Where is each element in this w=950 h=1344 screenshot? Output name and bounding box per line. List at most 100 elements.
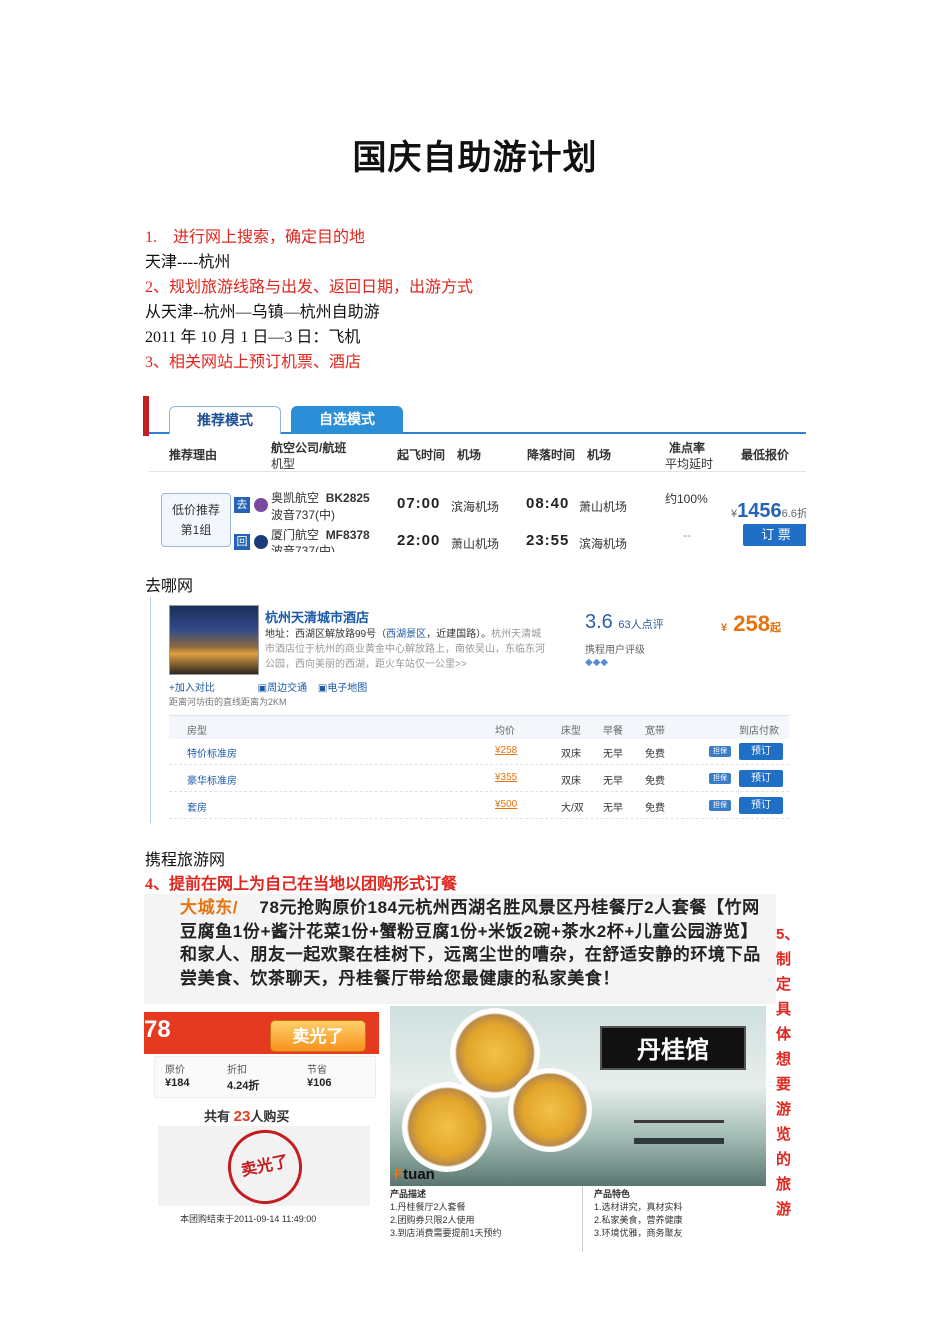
room-price: ¥258 (495, 745, 518, 756)
col-reason: 推荐理由 (169, 448, 218, 462)
currency-symbol: ¥ (721, 622, 728, 634)
recommend-group: 第1组 (180, 523, 212, 537)
deal-price-bar: 78 卖光了 (144, 1012, 379, 1054)
travel-dates: 2011 年 10 月 1 日—3 日：飞机 (145, 329, 361, 346)
buyers-suffix: 人购买 (250, 1109, 290, 1124)
feature-item: 1.选材讲究，真材实料 (594, 1202, 683, 1212)
discount-value: 4.24折 (227, 1080, 260, 1092)
add-compare-link[interactable]: +加入对比 (169, 683, 215, 694)
scenic-area-link[interactable]: 西湖景区 (386, 629, 426, 640)
product-description: 产品描述 1.丹桂餐厅2人套餐 2.团购券只限2人使用 3.到店消费需要提前1天… (390, 1188, 502, 1240)
group-buy-panel: 大城东/ 78元抢购原价184元杭州西湖名胜风景区丹桂餐厅2人套餐【竹网豆腐鱼1… (144, 894, 776, 1254)
guarantee-tag: 担保 (709, 746, 731, 757)
col-avg: 均价 (495, 726, 515, 737)
col-arrival: 降落时间 机场 (527, 448, 612, 462)
hotel-listing-panel: 杭州天清城市酒店 地址：西湖区解放路99号（西湖景区，近建国路）。杭州天清城市酒… (150, 597, 791, 823)
book-room-button[interactable]: 预订 (739, 797, 783, 814)
book-room-button[interactable]: 预订 (739, 743, 783, 760)
score-value: 3.6 (585, 611, 613, 633)
buyer-count: 共有 23人购买 (204, 1106, 289, 1125)
hotel-photo[interactable] (169, 605, 259, 675)
book-room-button[interactable]: 预订 (739, 770, 783, 787)
return-tag: 回 (234, 534, 250, 550)
step-1-text: 进行网上搜索，确定目的地 (173, 229, 366, 246)
desc-item: 1.丹桂餐厅2人套餐 (390, 1202, 466, 1212)
save-value: ¥106 (307, 1077, 332, 1089)
product-description-title: 产品描述 (390, 1189, 427, 1199)
col-broadband: 宽带 (645, 726, 665, 737)
arrival-time: 08:40 (526, 495, 570, 512)
hotel-name[interactable]: 杭州天清城市酒店 (265, 607, 369, 626)
feature-item: 2.私家美食，营养健康 (594, 1215, 683, 1225)
restaurant-sign: 丹桂馆 (600, 1026, 746, 1070)
room-price: ¥500 (495, 799, 518, 810)
buyers-number: 23 (233, 1108, 251, 1125)
sold-out-button[interactable]: 卖光了 (270, 1020, 366, 1052)
step-5-char: 游 (776, 1101, 792, 1118)
step-5-char: 定 (776, 976, 792, 993)
book-ticket-button[interactable]: 订 票 (743, 524, 806, 546)
mode-tabs: 推荐模式 自选模式 (149, 396, 806, 434)
step-5-char: 5、 (776, 926, 800, 943)
caption-ctrip: 携程旅游网 (145, 852, 226, 869)
tab-custom[interactable]: 自选模式 (291, 406, 403, 434)
room-row: 套房 ¥500 大/双 无早 免费 担保 预订 (169, 793, 789, 819)
step-5-char: 要 (776, 1076, 792, 1093)
step-1-number: 1. (145, 229, 157, 246)
step-5-char: 想 (776, 1051, 792, 1068)
sold-out-stamp-area: 卖光了 (158, 1123, 370, 1211)
transport-link[interactable]: 周边交通 (267, 683, 307, 694)
outbound-tag: 去 (234, 497, 250, 513)
xiamen-airlines-logo-icon (254, 535, 268, 549)
room-row: 特价标准房 ¥258 双床 无早 免费 担保 预订 (169, 739, 789, 765)
arrival-time: 23:55 (526, 532, 570, 549)
plane-model: 波音737(中) (271, 544, 336, 552)
room-breakfast: 无早 (603, 749, 623, 760)
col-lowest-price: 最低报价 (741, 448, 790, 462)
step-5-char: 体 (776, 1026, 792, 1043)
product-features-title: 产品特色 (594, 1189, 631, 1199)
route-short: 天津----杭州 (145, 254, 231, 271)
price-info: 原价 ¥184 折扣 4.24折 节省 ¥106 (154, 1056, 376, 1098)
deal-description-area: 大城东/ 78元抢购原价184元杭州西湖名胜风景区丹桂餐厅2人套餐【竹网豆腐鱼1… (144, 894, 776, 1004)
divider (582, 1186, 583, 1252)
departure-time: 07:00 (397, 495, 441, 512)
col-pay: 到店付款 (739, 726, 779, 737)
room-name[interactable]: 豪华标准房 (187, 772, 237, 787)
lowest-price: ¥14566.6折 (731, 500, 806, 523)
step-3: 3、相关网站上预订机票、酒店 (145, 354, 362, 371)
deal-price: 78 (144, 1016, 171, 1043)
deal-end-time: 本团购结束于2011-09-14 11:49:00 (180, 1214, 317, 1224)
deal-price-box: 78 卖光了 原价 ¥184 折扣 4.24折 节省 ¥106 共有 23人购买… (144, 1006, 379, 1254)
step-5-char: 的 (776, 1151, 792, 1168)
address-text-2: ，近建国路）。 (426, 629, 492, 640)
col-ontime: 准点率 (669, 441, 706, 455)
tab-recommend[interactable]: 推荐模式 (169, 406, 281, 434)
arrival-airport: 萧山机场 (579, 500, 628, 514)
departure-airport: 萧山机场 (451, 537, 500, 551)
price-value: 1456 (737, 500, 782, 522)
col-breakfast: 早餐 (603, 726, 623, 737)
departure-airport: 滨海机场 (451, 500, 500, 514)
ontime-rate: 约100% (665, 492, 708, 506)
step-5-char: 览 (776, 1126, 792, 1143)
ontime-rate: -- (683, 528, 691, 542)
room-breakfast: 无早 (603, 776, 623, 787)
col-delay: 平均延时 (665, 457, 714, 471)
step-1: 1. 进行网上搜索，确定目的地 (145, 228, 365, 248)
room-name[interactable]: 特价标准房 (187, 745, 237, 760)
room-name[interactable]: 套房 (187, 799, 207, 814)
col-room: 房型 (187, 726, 207, 737)
room-bed: 双床 (561, 749, 581, 760)
map-link[interactable]: 电子地图 (327, 683, 367, 694)
desc-item: 3.到店消费需要提前1天预约 (390, 1228, 502, 1238)
airline-label: 奥凯航空 (271, 491, 320, 505)
airline-label: 厦门航空 (271, 528, 320, 542)
flight-number[interactable]: BK2825 (326, 491, 370, 505)
flight-number[interactable]: MF8378 (326, 528, 370, 542)
hotel-links: +加入对比 ▣周边交通 ▣电子地图 (169, 679, 367, 694)
arrival-airport: 滨海机场 (579, 537, 628, 551)
review-count[interactable]: 63人点评 (618, 619, 663, 631)
desc-item: 2.团购券只限2人使用 (390, 1215, 475, 1225)
col-airline: 航空公司/航班 (271, 441, 347, 455)
